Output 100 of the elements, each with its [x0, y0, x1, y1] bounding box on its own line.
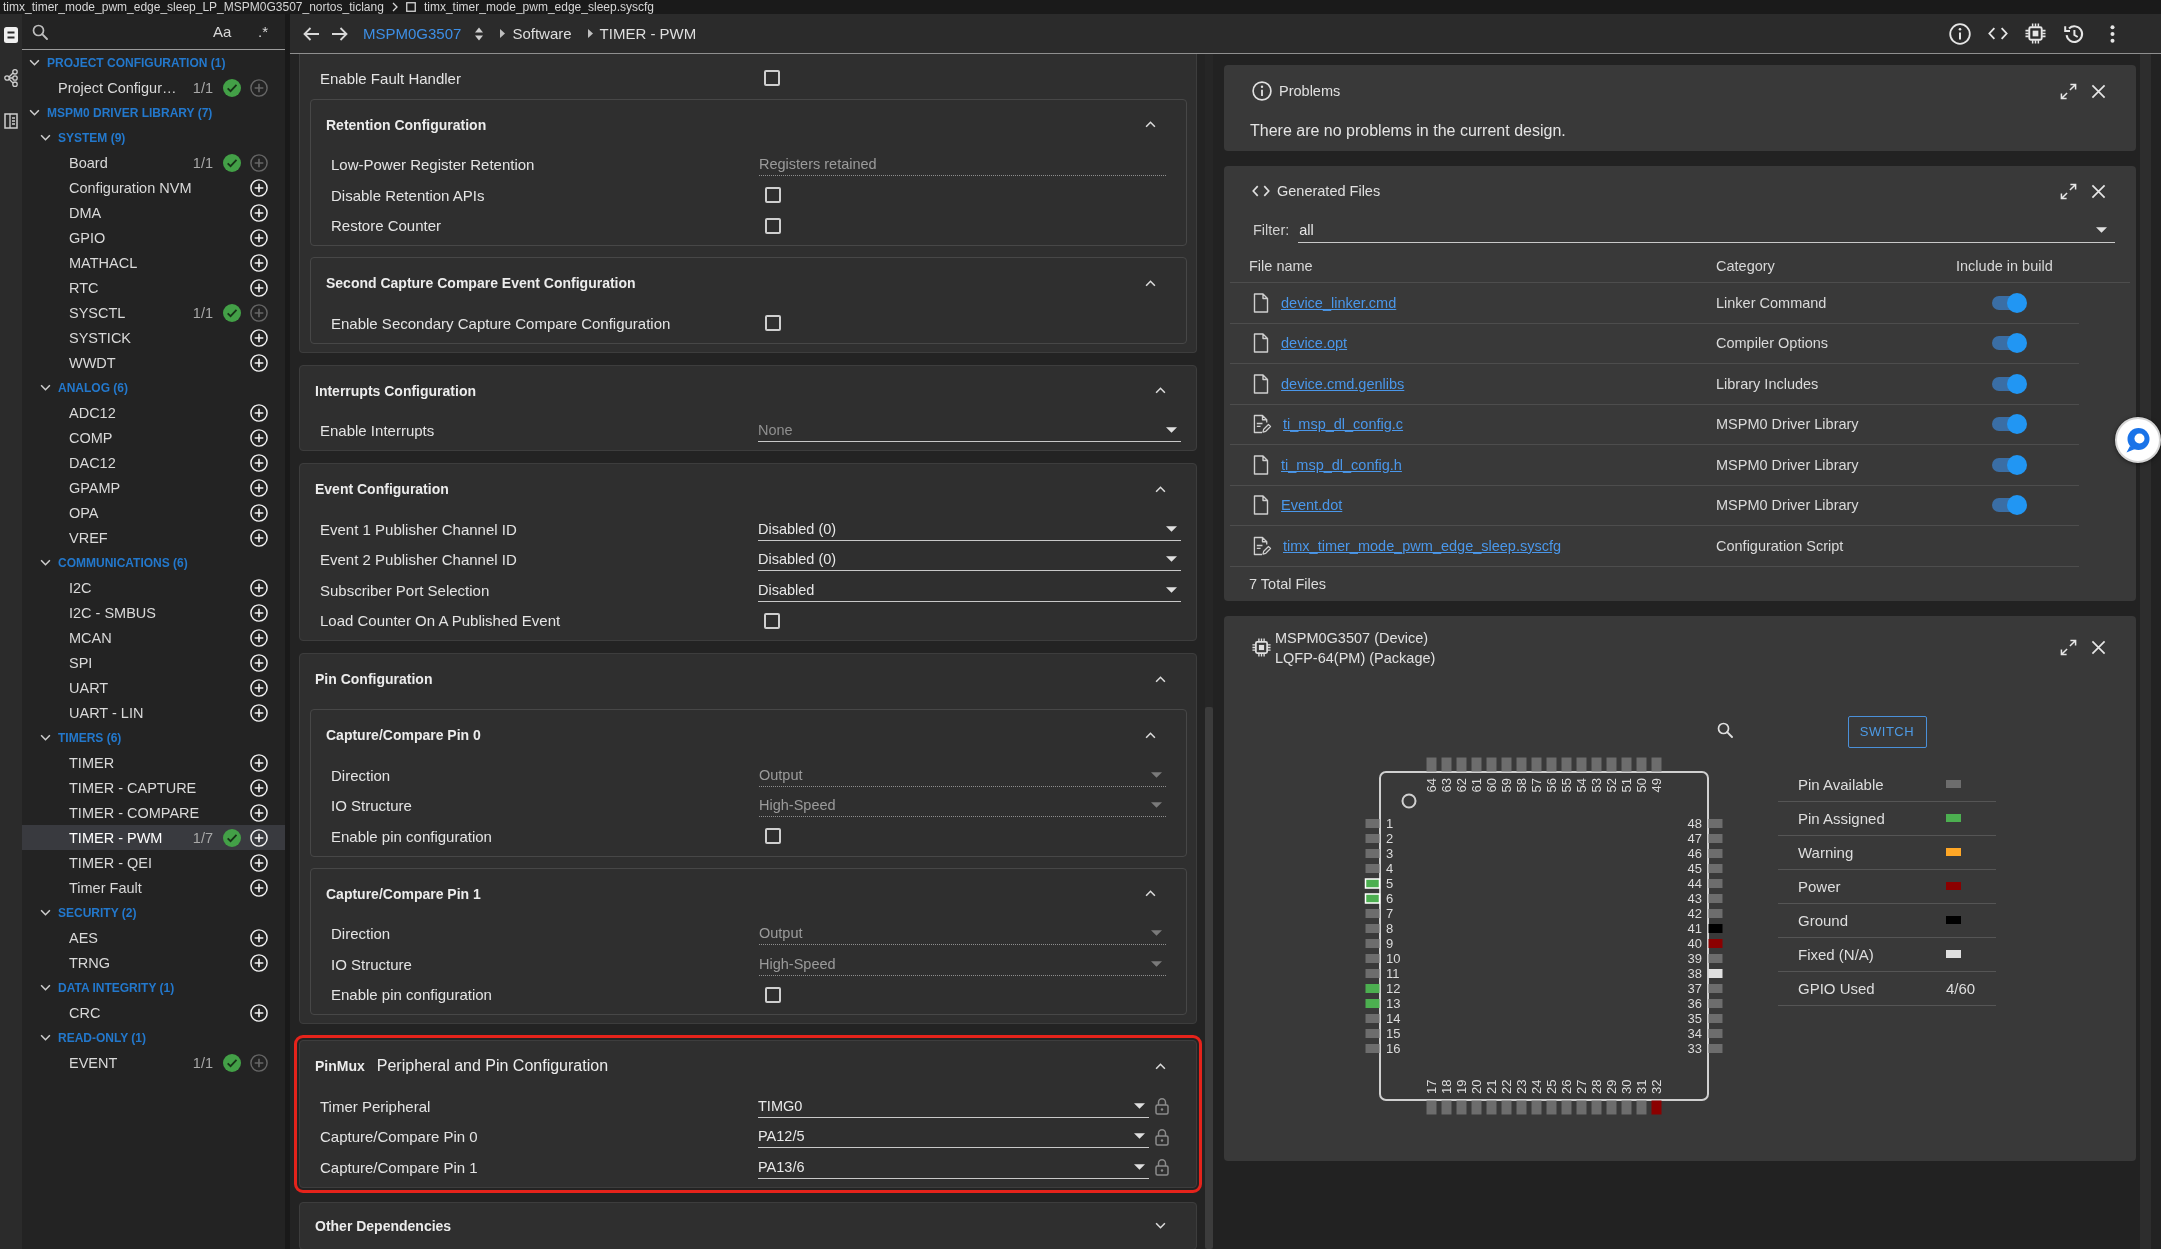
dropdown-field[interactable]: TIMG0 [758, 1094, 1149, 1118]
checkbox[interactable] [765, 217, 781, 234]
pin[interactable] [1364, 877, 1381, 889]
file-link[interactable]: ti_msp_dl_config.h [1281, 456, 1402, 473]
checkbox[interactable] [764, 612, 780, 629]
file-link[interactable]: ti_msp_dl_config.c [1283, 416, 1404, 433]
plus-circle-icon[interactable] [250, 853, 268, 872]
chevron-down-icon[interactable] [39, 909, 51, 916]
dropdown-field[interactable]: Output [759, 922, 1166, 946]
tree-item[interactable]: TIMER - QEI [22, 850, 285, 875]
tree-item[interactable]: UART - LIN [22, 700, 285, 725]
checkbox[interactable] [765, 315, 781, 332]
plus-circle-icon[interactable] [250, 353, 268, 372]
forward-arrow-icon[interactable] [331, 25, 349, 42]
toggle-switch[interactable] [1991, 333, 2027, 354]
tree-item[interactable]: TIMER - CAPTURE [22, 775, 285, 800]
tree-item[interactable]: SYSCTL 1/1 [22, 300, 285, 325]
expand-icon[interactable] [2060, 82, 2077, 100]
info-icon[interactable] [1949, 22, 1971, 45]
plus-circle-icon[interactable] [250, 803, 268, 822]
match-case-toggle[interactable]: Aa [211, 21, 233, 42]
back-arrow-icon[interactable] [302, 25, 320, 42]
chevron-up-icon[interactable] [1155, 675, 1166, 683]
plus-circle-icon[interactable] [250, 403, 268, 422]
toggle-switch[interactable] [1991, 454, 2027, 475]
tree-group[interactable]: COMMUNICATIONS (6) [22, 550, 285, 575]
text-field[interactable]: Registers retained [759, 153, 1166, 177]
plus-circle-icon[interactable] [250, 778, 268, 797]
toggle-switch[interactable] [1991, 292, 2027, 313]
tree-item[interactable]: GPIO [22, 225, 285, 250]
chevron-down-icon[interactable] [28, 109, 40, 116]
chevron-up-icon[interactable] [1145, 121, 1156, 128]
plus-circle-icon[interactable] [250, 528, 268, 547]
plus-circle-icon[interactable] [250, 628, 268, 647]
plus-circle-icon[interactable] [250, 203, 268, 222]
tree-item[interactable]: Project Configur… 1/1 [22, 75, 285, 100]
plus-circle-icon[interactable] [250, 578, 268, 597]
file-link[interactable]: timx_timer_mode_pwm_edge_sleep.syscfg [1283, 537, 1562, 554]
tree-item[interactable]: COMP [22, 425, 285, 450]
plus-circle-icon[interactable] [250, 278, 268, 297]
plus-circle-icon[interactable] [250, 328, 268, 347]
tree-item[interactable]: I2C [22, 575, 285, 600]
tree-item[interactable]: GPAMP [22, 475, 285, 500]
tree-item[interactable]: SPI [22, 650, 285, 675]
plus-circle-icon[interactable] [250, 928, 268, 947]
checkbox[interactable] [765, 986, 781, 1003]
history-icon[interactable] [2063, 22, 2085, 45]
plus-circle-icon[interactable] [250, 753, 268, 772]
chevron-down-icon[interactable] [39, 734, 51, 741]
tree-item[interactable]: ADC12 [22, 400, 285, 425]
expand-icon[interactable] [2060, 639, 2077, 656]
regex-toggle[interactable]: .* [252, 21, 274, 42]
checkbox[interactable] [765, 187, 781, 204]
dropdown-field[interactable]: Disabled (0) [758, 548, 1181, 572]
tree-item[interactable]: WWDT [22, 350, 285, 375]
tree-item[interactable]: VREF [22, 525, 285, 550]
dropdown-field[interactable]: High-Speed [759, 952, 1166, 976]
scrollbar[interactable] [2140, 54, 2151, 1249]
expand-icon[interactable] [2060, 182, 2077, 200]
dropdown-field[interactable]: PA12/5 [758, 1125, 1149, 1149]
file-link[interactable]: Event.dot [1281, 497, 1343, 514]
tree-item[interactable]: AES [22, 925, 285, 950]
panel-icon[interactable] [4, 113, 18, 129]
breadcrumb-link[interactable]: Software [512, 25, 572, 42]
chevron-down-icon[interactable] [39, 384, 51, 391]
chevron-down-icon[interactable] [28, 59, 40, 66]
dropdown-field[interactable]: High-Speed [759, 794, 1166, 818]
plus-circle-icon[interactable] [250, 603, 268, 622]
code-icon[interactable] [1988, 27, 2008, 40]
file-link[interactable]: device.cmd.genlibs [1281, 375, 1405, 392]
plus-circle-icon[interactable] [250, 953, 268, 972]
checkbox[interactable] [765, 828, 781, 845]
filter-dropdown[interactable]: all [1298, 217, 2115, 243]
chevron-down-icon[interactable] [39, 984, 51, 991]
tree-item[interactable]: TIMER - PWM 1/7 [22, 825, 285, 850]
toggle-switch[interactable] [1991, 373, 2027, 394]
tree-item[interactable]: MCAN [22, 625, 285, 650]
toggle-switch[interactable] [1991, 495, 2027, 516]
plus-circle-icon[interactable] [250, 828, 268, 847]
chevron-down-icon[interactable] [39, 1034, 51, 1041]
close-icon[interactable] [2091, 183, 2106, 199]
scrollbar-thumb[interactable] [1205, 707, 1213, 1249]
file-link[interactable]: device_linker.cmd [1281, 294, 1397, 311]
tree-item[interactable]: I2C - SMBUS [22, 600, 285, 625]
tree-item[interactable]: TRNG [22, 950, 285, 975]
pin[interactable] [1364, 892, 1381, 904]
switch-button[interactable]: SWITCH [1847, 715, 1927, 748]
plus-circle-icon[interactable] [250, 253, 268, 272]
plus-circle-icon[interactable] [250, 178, 268, 197]
tree-item[interactable]: MATHACL [22, 250, 285, 275]
plus-circle-icon[interactable] [250, 678, 268, 697]
tree-item[interactable]: Board 1/1 [22, 150, 285, 175]
tree-item[interactable]: CRC [22, 1000, 285, 1025]
plus-circle-icon[interactable] [250, 453, 268, 472]
lock-icon[interactable] [1155, 1127, 1169, 1146]
plus-circle-icon[interactable] [250, 428, 268, 447]
pin[interactable] [1708, 968, 1723, 978]
plus-circle-icon[interactable] [250, 653, 268, 672]
more-icon[interactable] [2110, 23, 2115, 44]
nodes-icon[interactable] [4, 69, 18, 87]
